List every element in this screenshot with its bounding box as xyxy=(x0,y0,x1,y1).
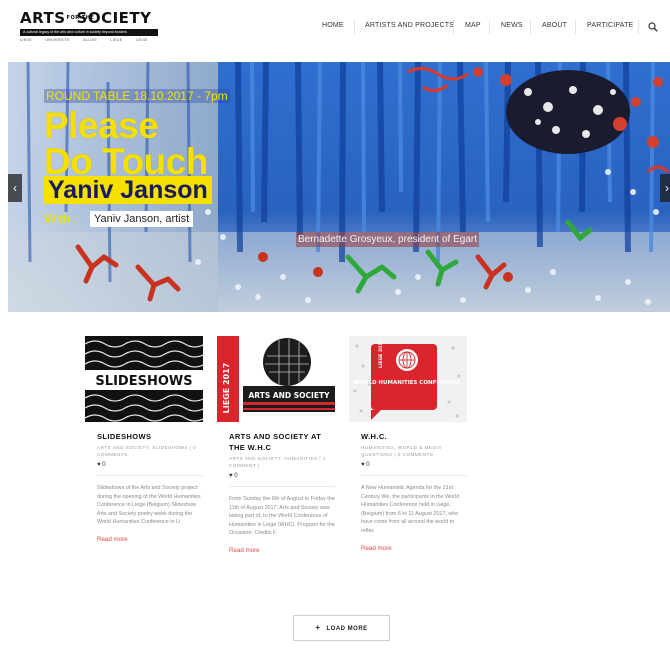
logo-partner: LIEGE xyxy=(135,38,148,42)
post-card: LIEGE 2017 ARTS AND SOCIETY ARTS AND SOC… xyxy=(217,336,335,554)
post-meta: ARTS AND SOCIETY, SLIDESHOWS | 0 COMMENT… xyxy=(97,445,197,457)
nav-divider xyxy=(575,20,576,34)
hero-slider[interactable]: ROUND TABLE 18.10.2017 - 7pm Please Do T… xyxy=(8,62,670,312)
post-thumbnail[interactable]: SLIDESHOWS xyxy=(85,336,203,422)
heart-icon: ♥ xyxy=(361,462,365,468)
plus-icon: + xyxy=(315,623,321,632)
logo-partners: LIEGE UNIVERSITE ALLIEE LIEGE LIEGE xyxy=(20,38,158,42)
slide-with-label: With : xyxy=(44,211,78,226)
post-excerpt: Slideshows of the Arts and Society proje… xyxy=(97,485,201,526)
logo-title: ARTSFOR THESOCIETY xyxy=(20,10,158,27)
whc-logo-thumbnail-image: LIEGE 2017 WORLD HUMANITIES CONFERENCE xyxy=(349,336,467,422)
slider-prev-button[interactable]: ‹ xyxy=(8,174,22,202)
read-more-link[interactable]: Read more xyxy=(229,547,335,554)
load-more-button[interactable]: + LOAD MORE xyxy=(293,615,390,641)
divider xyxy=(361,475,467,476)
like-count: 0 xyxy=(102,462,106,468)
post-excerpt: From Sunday the 6th of August to Friday … xyxy=(229,496,335,537)
post-card: SLIDESHOWS SLIDESHOWS ARTS AND SOCIETY, … xyxy=(85,336,203,543)
post-thumbnail[interactable]: LIEGE 2017 ARTS AND SOCIETY xyxy=(217,336,335,422)
nav-item-news[interactable]: NEWS xyxy=(501,22,523,29)
slide-kicker: ROUND TABLE 18.10.2017 - 7pm xyxy=(44,89,230,103)
post-meta: ARTS AND SOCIETY, HUMANITIES | 1 COMMENT… xyxy=(229,456,326,468)
chevron-left-icon: ‹ xyxy=(13,181,17,195)
post-title[interactable]: SLIDESHOWS xyxy=(97,431,203,442)
slider-next-button[interactable]: › xyxy=(660,174,670,202)
logo-partner: UNIVERSITE ALLIEE xyxy=(45,38,98,42)
nav-item-participate[interactable]: PARTICIPATE xyxy=(587,22,633,29)
thumb-label: ARTS AND SOCIETY xyxy=(248,391,330,400)
logo-word-society: SOCIETY xyxy=(76,9,152,27)
slide-caption: Bernadette Grosyeux, president of Egart xyxy=(296,232,479,247)
chevron-right-icon: › xyxy=(665,181,669,195)
thumb-year: LIEGE 2017 xyxy=(222,363,231,414)
post-title[interactable]: W.H.C. xyxy=(361,431,467,442)
post-likes[interactable]: ♥ 0 xyxy=(361,461,467,470)
thumb-year: LIEGE 2017 xyxy=(378,340,384,368)
logo-word-arts: ARTS xyxy=(20,9,66,27)
thumb-label: WORLD HUMANITIES CONFERENCE xyxy=(353,380,460,386)
site-logo[interactable]: ARTSFOR THESOCIETY A cultural legacy of … xyxy=(20,10,158,50)
post-meta: HUMANITIES, WORLD & MEDIA QUESTIONS | 0 … xyxy=(361,445,442,457)
site-header: ARTSFOR THESOCIETY A cultural legacy of … xyxy=(0,0,670,58)
nav-divider xyxy=(489,20,490,34)
logo-partner: LIEGE xyxy=(20,38,33,42)
post-card: LIEGE 2017 WORLD HUMANITIES CONFERENCE W… xyxy=(349,336,467,552)
nav-item-about[interactable]: ABOUT xyxy=(542,22,567,29)
logo-partner: LIEGE xyxy=(110,38,123,42)
load-more-label: LOAD MORE xyxy=(326,626,368,632)
nav-divider xyxy=(530,20,531,34)
like-count: 0 xyxy=(366,462,370,468)
divider xyxy=(229,486,335,487)
read-more-link[interactable]: Read more xyxy=(361,545,467,552)
slide-with-value: Yaniv Janson, artist xyxy=(90,211,194,227)
post-likes[interactable]: ♥ 0 xyxy=(229,472,335,481)
post-excerpt: A New Humanistic Agenda for the 21st Cen… xyxy=(361,485,460,534)
divider xyxy=(97,475,203,476)
thumb-label: SLIDESHOWS xyxy=(95,374,192,389)
post-title[interactable]: ARTS AND SOCIETY AT THE W.H.C xyxy=(229,431,335,453)
nav-divider xyxy=(354,20,355,34)
slide-artist-name: Yaniv Janson xyxy=(44,176,212,204)
post-thumbnail[interactable]: LIEGE 2017 WORLD HUMANITIES CONFERENCE xyxy=(349,336,467,422)
heart-icon: ♥ xyxy=(229,473,233,479)
logo-tagline: A cultural legacy of the arts and cultur… xyxy=(20,29,158,36)
slide-title-line: Do Touch xyxy=(44,141,208,182)
slide-title[interactable]: Please Do Touch xyxy=(44,105,208,182)
nav-item-map[interactable]: MAP xyxy=(465,22,481,29)
nav-item-home[interactable]: HOME xyxy=(322,22,344,29)
search-icon[interactable] xyxy=(648,22,658,32)
nav-item-artists-and-projects[interactable]: ARTISTS AND PROJECTS xyxy=(365,22,454,29)
read-more-link[interactable]: Read more xyxy=(97,536,203,543)
logo-word-for: FOR THE xyxy=(66,15,95,21)
whc-poster-thumbnail-image: LIEGE 2017 ARTS AND SOCIETY xyxy=(217,336,335,422)
like-count: 0 xyxy=(234,473,238,479)
heart-icon: ♥ xyxy=(97,462,101,468)
nav-divider xyxy=(638,20,639,34)
post-likes[interactable]: ♥ 0 xyxy=(97,461,203,470)
slideshows-thumbnail-image: SLIDESHOWS xyxy=(85,336,203,422)
slide-title-line: Please xyxy=(44,105,159,146)
nav-divider xyxy=(453,20,454,34)
